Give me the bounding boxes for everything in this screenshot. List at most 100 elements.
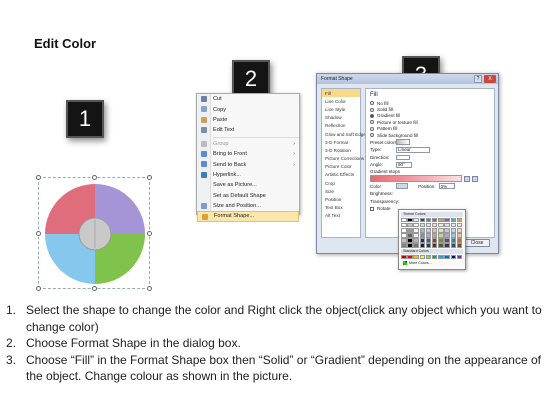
color-swatch[interactable] [450,228,456,233]
color-swatch[interactable] [401,238,407,243]
menu-item-size-position[interactable]: Size and Position... [197,201,299,211]
color-swatch[interactable] [438,238,444,243]
color-swatch[interactable] [450,233,456,238]
color-swatch[interactable] [401,228,407,233]
color-swatch[interactable] [425,238,432,243]
color-swatch[interactable] [419,228,426,233]
nav-item-line-style[interactable]: Line Style [322,105,360,113]
nav-item-crop[interactable]: Crop [322,179,360,187]
resize-handle[interactable] [147,175,152,180]
menu-item-save-as-picture[interactable]: Save as Picture... [197,180,299,190]
color-swatch[interactable] [425,233,432,238]
menu-item-format-shape[interactable]: Format Shape... [197,211,299,222]
color-swatch[interactable] [425,223,432,228]
color-swatch[interactable] [444,233,450,238]
color-swatch[interactable] [438,243,444,248]
color-swatch[interactable] [456,223,463,228]
color-swatch[interactable] [438,223,444,228]
color-swatch[interactable] [413,233,419,238]
more-colors-link[interactable]: More Colors... [401,260,463,265]
color-swatch[interactable] [444,254,450,260]
resize-handle[interactable] [36,175,41,180]
color-swatch[interactable] [444,223,450,228]
menu-item-send-to-back[interactable]: Send to Back › [197,159,299,169]
color-swatch[interactable] [407,254,413,260]
color-swatch[interactable] [407,228,413,233]
color-swatch[interactable] [413,218,419,223]
color-swatch[interactable] [407,233,413,238]
color-swatch[interactable] [419,238,426,243]
add-stop-icon[interactable] [464,175,470,182]
resize-handle[interactable] [147,231,152,236]
color-swatch[interactable] [444,218,450,223]
nav-item-text-box[interactable]: Text Box [322,204,360,212]
color-swatch[interactable] [401,223,407,228]
menu-item-cut[interactable]: Cut [197,94,299,104]
color-swatch[interactable] [407,243,413,248]
color-swatch[interactable] [450,243,456,248]
color-swatch[interactable] [450,218,456,223]
color-swatch[interactable] [438,233,444,238]
color-swatch[interactable] [456,228,463,233]
type-dropdown[interactable]: Linear [396,146,430,153]
color-swatch[interactable] [438,228,444,233]
color-swatch[interactable] [444,228,450,233]
color-swatch[interactable] [450,238,456,243]
help-button[interactable]: ? [474,75,482,83]
color-swatch[interactable] [425,228,432,233]
color-swatch[interactable] [413,243,419,248]
color-swatch[interactable] [401,218,407,223]
nav-item-artistic-effects[interactable]: Artistic Effects [322,171,360,179]
nav-item-3d-format[interactable]: 3-D Format [322,138,360,146]
resize-handle[interactable] [147,286,152,291]
color-swatch[interactable] [419,233,426,238]
color-swatch[interactable] [419,218,426,223]
color-swatch[interactable] [456,254,463,260]
remove-stop-icon[interactable] [472,175,478,182]
color-swatch[interactable] [438,254,444,260]
color-swatch[interactable] [401,254,407,260]
color-swatch[interactable] [456,243,463,248]
color-swatch[interactable] [431,218,438,223]
gradient-stops-bar[interactable] [370,175,462,183]
color-swatch[interactable] [431,238,438,243]
nav-item-glow[interactable]: Glow and Soft Edges [322,130,368,138]
rotate-checkbox[interactable] [370,206,374,211]
color-swatch[interactable] [456,218,463,223]
color-swatch[interactable] [431,223,438,228]
color-swatch[interactable] [444,243,450,248]
menu-item-bring-to-front[interactable]: Bring to Front › [197,149,299,159]
nav-item-3d-rotation[interactable]: 3-D Rotation [322,146,360,154]
nav-item-reflection[interactable]: Reflection [322,122,360,130]
menu-item-paste[interactable]: Paste [197,115,299,125]
color-swatch[interactable] [450,223,456,228]
direction-dropdown[interactable] [396,154,410,161]
color-swatch[interactable] [407,223,413,228]
color-swatch[interactable] [419,254,426,260]
nav-item-fill[interactable]: Fill [322,89,360,98]
resize-handle[interactable] [36,231,41,236]
nav-item-line-color[interactable]: Line Color [322,97,360,105]
color-swatch[interactable] [450,254,456,260]
color-swatch[interactable] [413,254,419,260]
angle-input[interactable]: 90° [396,162,412,168]
menu-item-copy[interactable]: Copy [197,104,299,114]
nav-item-position[interactable]: Position [322,195,360,203]
nav-item-picture-color[interactable]: Picture Color [322,163,360,171]
color-swatch[interactable] [431,233,438,238]
color-swatch[interactable] [431,254,438,260]
resize-handle[interactable] [92,175,97,180]
color-swatch[interactable] [456,238,463,243]
position-input[interactable]: 0% [438,183,455,189]
nav-item-size[interactable]: Size [322,187,360,195]
color-swatch[interactable] [407,238,413,243]
color-swatch[interactable] [456,233,463,238]
color-swatch[interactable] [425,218,432,223]
color-swatch[interactable] [413,223,419,228]
color-swatch[interactable] [425,254,432,260]
resize-handle[interactable] [92,286,97,291]
color-swatch[interactable] [413,238,419,243]
color-swatch[interactable] [431,243,438,248]
color-swatch[interactable] [419,243,426,248]
menu-item-edit-text[interactable]: Edit Text [197,125,299,135]
